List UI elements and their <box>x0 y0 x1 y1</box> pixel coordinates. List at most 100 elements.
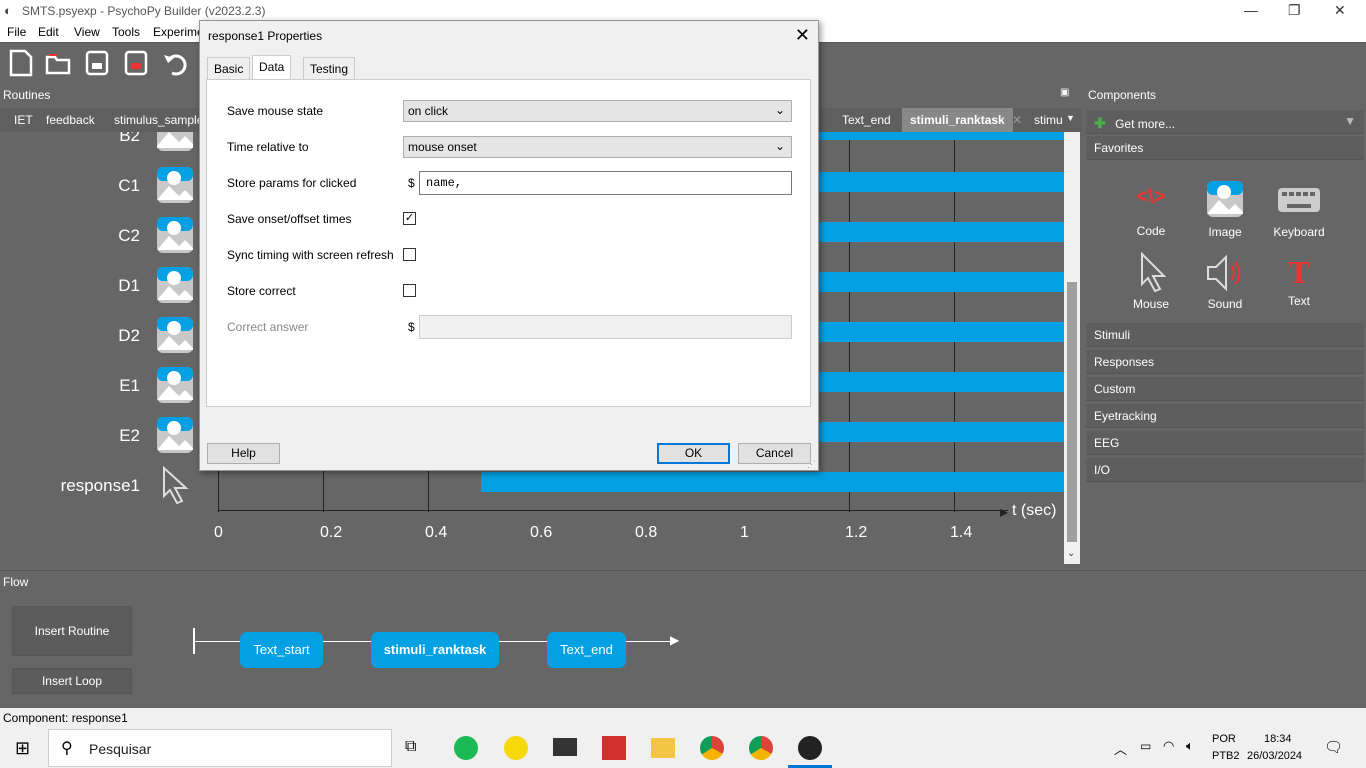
image-component-icon[interactable] <box>156 316 194 354</box>
category-stimuli[interactable]: Stimuli <box>1086 323 1364 347</box>
tabs-dropdown-icon[interactable]: ▼ <box>1066 113 1075 123</box>
image-component-icon[interactable] <box>156 416 194 454</box>
store-correct-checkbox[interactable] <box>403 284 416 297</box>
sync-timing-checkbox[interactable] <box>403 248 416 261</box>
chrome-profile-icon[interactable] <box>749 736 773 760</box>
time-relative-select[interactable]: mouse onset ⌄ <box>403 136 792 158</box>
text-component-button[interactable]: T Text <box>1264 252 1334 308</box>
menu-edit[interactable]: Edit <box>38 25 59 39</box>
flow-routine-stimuli-ranktask[interactable]: stimuli_ranktask <box>371 632 499 668</box>
keyboard-layout[interactable]: PTB2 <box>1212 750 1240 762</box>
notifications-icon[interactable]: 🗨︎ <box>1324 738 1343 756</box>
language-code[interactable]: POR <box>1212 733 1236 745</box>
flow-routine-text-end[interactable]: Text_end <box>547 632 626 668</box>
tab-stimulus-sample[interactable]: stimulus_sample <box>114 113 203 127</box>
response1-bar[interactable] <box>481 472 1064 492</box>
open-folder-icon[interactable] <box>45 49 71 77</box>
dollar-sign: $ <box>408 320 415 334</box>
search-box[interactable]: ⚲ Pesquisar <box>48 729 392 767</box>
category-responses[interactable]: Responses <box>1086 350 1364 374</box>
help-button[interactable]: Help <box>207 443 280 464</box>
component-bar[interactable] <box>818 132 1064 140</box>
category-favorites[interactable]: Favorites <box>1086 136 1364 160</box>
category-label: Responses <box>1094 355 1155 369</box>
minimize-icon[interactable]: — <box>1244 2 1258 18</box>
tab-data[interactable]: Data <box>252 55 292 80</box>
filter-icon[interactable]: ▼ <box>1344 114 1356 128</box>
sound-component-button[interactable]: Sound <box>1190 252 1260 311</box>
task-view-icon[interactable]: ⧉ <box>405 738 416 756</box>
clock-date[interactable]: 26/03/2024 <box>1247 750 1302 762</box>
tab-basic[interactable]: Basic <box>207 57 251 79</box>
wifi-icon[interactable]: ◠ <box>1163 738 1174 754</box>
component-bar[interactable] <box>818 372 1064 392</box>
psychopy-taskbar-icon[interactable] <box>798 736 822 760</box>
image-component-icon[interactable] <box>156 366 194 404</box>
store-params-input[interactable]: name, <box>419 171 792 195</box>
image-component-icon[interactable] <box>156 132 194 152</box>
image-component-button[interactable]: Image <box>1190 180 1260 239</box>
image-component-icon[interactable] <box>156 216 194 254</box>
component-bar[interactable] <box>818 422 1064 442</box>
save-mouse-state-select[interactable]: on click ⌄ <box>403 100 792 122</box>
chrome-icon[interactable] <box>700 736 724 760</box>
flow-routine-text-start[interactable]: Text_start <box>240 632 323 668</box>
scroll-thumb[interactable] <box>1067 282 1077 542</box>
scroll-down-icon[interactable]: ⌄ <box>1067 548 1075 559</box>
maximize-panel-icon[interactable]: ▣ <box>1060 87 1069 98</box>
menu-view[interactable]: View <box>74 25 100 39</box>
component-bar[interactable] <box>818 272 1064 292</box>
file-explorer-icon[interactable] <box>651 738 675 758</box>
windows-start-icon[interactable]: ⊞ <box>15 738 30 759</box>
undo-icon[interactable] <box>162 49 188 77</box>
menu-experiment[interactable]: Experime <box>153 25 204 39</box>
category-custom[interactable]: Custom <box>1086 377 1364 401</box>
tab-stimu[interactable]: stimu <box>1034 113 1063 127</box>
resize-grip-icon[interactable]: ⋰ <box>807 459 816 470</box>
timeline-scrollbar[interactable]: ⌄ <box>1064 132 1080 564</box>
image-component-icon[interactable] <box>156 166 194 204</box>
app-icon[interactable] <box>504 736 528 760</box>
close-icon[interactable]: ✕ <box>1334 2 1346 19</box>
image-component-icon[interactable] <box>156 266 194 304</box>
category-io[interactable]: I/O <box>1086 458 1364 482</box>
save-as-icon[interactable] <box>123 49 149 77</box>
chevron-up-icon[interactable]: ︿ <box>1114 739 1127 758</box>
mouse-component-icon[interactable] <box>156 466 194 504</box>
component-bar[interactable] <box>818 322 1064 342</box>
correct-answer-input[interactable] <box>419 315 792 339</box>
ok-button[interactable]: OK <box>657 443 730 464</box>
category-label: Custom <box>1094 382 1136 396</box>
tab-iet[interactable]: IET <box>14 113 33 127</box>
code-component-button[interactable]: <\> Code <box>1116 180 1186 238</box>
clock-time[interactable]: 18:34 <box>1264 733 1292 745</box>
tab-testing[interactable]: Testing <box>303 57 356 79</box>
keyboard-component-button[interactable]: Keyboard <box>1264 180 1334 239</box>
category-eyetracking[interactable]: Eyetracking <box>1086 404 1364 428</box>
insert-routine-button[interactable]: Insert Routine <box>12 606 132 656</box>
mouse-component-button[interactable]: Mouse <box>1116 251 1186 311</box>
status-text: Component: response1 <box>3 711 128 725</box>
volume-icon[interactable]: 🔈︎ <box>1186 738 1194 754</box>
category-eeg[interactable]: EEG <box>1086 431 1364 455</box>
save-icon[interactable] <box>84 49 110 77</box>
tab-text-end[interactable]: Text_end <box>842 113 891 127</box>
acrobat-icon[interactable] <box>602 736 626 760</box>
dialog-close-icon[interactable]: ✕ <box>795 25 810 46</box>
mail-icon[interactable] <box>553 738 577 756</box>
save-onset-checkbox[interactable]: ✓ <box>403 212 416 225</box>
menu-tools[interactable]: Tools <box>112 25 140 39</box>
menu-file[interactable]: File <box>7 25 26 39</box>
cancel-button[interactable]: Cancel <box>738 443 811 464</box>
battery-icon[interactable]: ▭ <box>1140 739 1151 753</box>
new-file-icon[interactable] <box>8 49 34 77</box>
get-more-button[interactable]: ✚ Get more... ▼ <box>1086 110 1364 134</box>
restore-icon[interactable]: ❐ <box>1288 2 1301 19</box>
tab-feedback[interactable]: feedback <box>46 113 95 127</box>
tab-stimuli-ranktask[interactable]: stimuli_ranktask <box>902 108 1013 132</box>
component-bar[interactable] <box>818 172 1064 192</box>
insert-loop-button[interactable]: Insert Loop <box>12 668 132 694</box>
spotify-icon[interactable] <box>454 736 478 760</box>
tab-close-icon[interactable]: ✕ <box>1012 113 1022 127</box>
component-bar[interactable] <box>818 222 1064 242</box>
